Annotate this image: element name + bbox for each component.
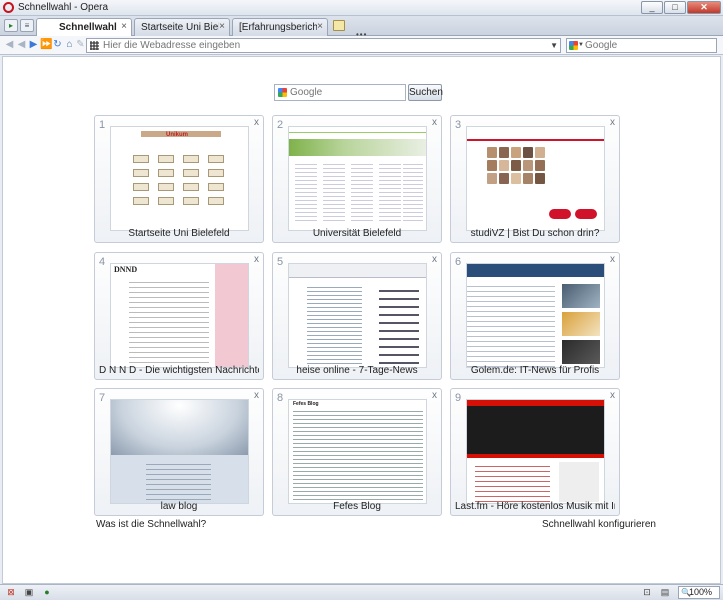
thumb-title: Fefes Blog [293,401,319,407]
speed-dial-1[interactable]: 1 x Unikum Startseite Uni Bielefeld [94,115,264,243]
tab-label: Schnellwahl [59,22,117,33]
thumb-masthead: DNND [114,265,138,274]
tab-label: [Erfahrungsbericht] Wel... [239,22,317,33]
wand-icon[interactable]: ✎ [75,39,86,51]
dial-thumbnail [288,126,427,231]
window-title: Schnellwahl - Opera [18,2,109,13]
tab-label: Startseite Uni Bielefeld [141,22,219,33]
tab-close-icon[interactable]: × [121,21,127,32]
dial-label: studiVZ | Bist Du schon drin? [470,228,600,239]
rewind-icon[interactable]: ◀ [4,39,15,51]
speed-dial-9[interactable]: 9 x Last.fm - Höre kostenlos Musik mit I… [450,388,620,516]
dial-label: Last.fm - Höre kostenlos Musik mit Inter… [455,501,615,512]
home-icon[interactable]: ⌂ [64,39,75,51]
speed-dial-5[interactable]: 5 x heise online - 7-Tage-News [272,252,442,380]
dial-close-icon[interactable]: x [254,117,259,128]
dial-thumbnail [110,399,249,504]
speed-dial-8[interactable]: 8 x Fefes Blog Fefes Blog [272,388,442,516]
dial-label: law blog [160,501,198,512]
status-bar: ⊠ ▣ ● ⊡ ▤ 🔍 100% [0,584,723,600]
dial-thumbnail [466,263,605,368]
close-window-button[interactable]: ✕ [687,1,721,14]
dial-label: heise online - 7-Tage-News [296,365,418,376]
speed-dial-status-icon[interactable]: ▣ [22,587,36,598]
forward-icon[interactable]: ▶ [28,39,39,51]
minimize-button[interactable]: _ [641,1,663,14]
dial-label: D N N D - Die wichtigsten Nachrichten au… [99,365,259,376]
zoom-level: 100% [689,587,713,597]
dial-number: 3 [455,119,462,131]
tab-erfahrungsbericht[interactable]: [Erfahrungsbericht] Wel... × [232,18,328,36]
new-tab-button[interactable] [333,20,345,31]
thumb-logo: Unikum [166,132,189,138]
dial-thumbnail [466,399,605,504]
dial-number: 5 [277,256,284,268]
reload-icon[interactable]: ↻ [52,39,63,51]
search-input[interactable] [585,39,710,52]
zoom-control[interactable]: 🔍 100% [678,586,720,599]
search-engine-dropdown-icon[interactable]: ▼ [578,39,584,52]
dial-number: 8 [277,392,284,404]
panels-icon[interactable]: ⊠ [4,587,18,598]
dial-number: 1 [99,119,106,131]
dial-close-icon[interactable]: x [610,117,615,128]
title-bar: Schnellwahl - Opera _ □ ✕ [0,0,723,16]
speed-dial-3[interactable]: 3 x studiVZ | Bist Du schon drin? [450,115,620,243]
tab-close-icon[interactable]: × [219,21,225,32]
tab-schnellwahl[interactable]: Schnellwahl × [36,18,132,37]
dial-close-icon[interactable]: x [610,254,615,265]
address-dropdown-icon[interactable]: ▼ [550,39,558,52]
dial-number: 7 [99,392,106,404]
dial-label: Fefes Blog [333,501,381,512]
speed-dial-search-box[interactable] [274,84,406,101]
speed-dial-page: Suchen 1 x Unikum Startseite Uni Bielefe… [2,56,721,584]
speed-dial-help-link[interactable]: Was ist die Schnellwahl? [96,519,206,530]
address-bar[interactable]: ▼ [86,38,561,53]
dial-thumbnail [466,126,605,231]
google-icon [278,88,287,97]
fast-forward-icon[interactable]: ⏩ [40,39,52,51]
google-icon[interactable] [569,41,578,50]
fit-width-icon[interactable]: ⊡ [640,587,654,598]
dial-thumbnail: Unikum [110,126,249,231]
address-input[interactable] [103,39,543,52]
speed-dial-7[interactable]: 7 x law blog [94,388,264,516]
dial-number: 2 [277,119,284,131]
speed-dial-2[interactable]: 2 x Universität Bielefeld [272,115,442,243]
view-mode-icon[interactable]: ▤ [658,587,672,598]
dial-label: Universität Bielefeld [312,228,402,239]
dial-close-icon[interactable]: x [432,117,437,128]
dial-close-icon[interactable]: x [254,390,259,401]
speed-dial-4[interactable]: 4 x DNND D N N D - Die wichtigsten Nachr… [94,252,264,380]
turbo-icon[interactable]: ● [40,587,54,598]
speed-dial-configure-link[interactable]: Schnellwahl konfigurieren [542,519,656,530]
navigation-bar: ◀ ◀ ▶ ⏩ ↻ ⌂ ✎ ▼ ▼ [0,36,723,55]
maximize-button[interactable]: □ [664,1,686,14]
tab-startseite-uni-bielefeld[interactable]: Startseite Uni Bielefeld × [134,18,230,36]
speed-dial-search-input[interactable] [290,86,402,99]
dial-close-icon[interactable]: x [432,390,437,401]
back-icon[interactable]: ◀ [16,39,27,51]
tab-list-icon[interactable]: ≡ [20,19,34,32]
speed-dial-grid-icon [90,41,99,50]
search-button[interactable]: Suchen [408,84,443,101]
dial-thumbnail: DNND [110,263,249,368]
dial-number: 4 [99,256,106,268]
dial-label: Startseite Uni Bielefeld [128,228,230,239]
zoom-magnifier-icon: 🔍 [681,588,691,597]
tab-close-icon[interactable]: × [317,21,323,32]
window-controls: _ □ ✕ [641,1,721,14]
opera-logo-icon[interactable] [3,2,14,13]
dial-thumbnail [288,263,427,368]
panel-toggle-icon[interactable]: ▸ [4,19,18,32]
dial-thumbnail: Fefes Blog [288,399,427,504]
speed-dial-6[interactable]: 6 x Golem.de: IT-News für Profis [450,252,620,380]
dial-number: 6 [455,256,462,268]
dial-close-icon[interactable]: x [610,390,615,401]
search-box[interactable]: ▼ [566,38,717,53]
dial-number: 9 [455,392,462,404]
dial-close-icon[interactable]: x [254,254,259,265]
dial-label: Golem.de: IT-News für Profis [470,365,600,376]
dial-close-icon[interactable]: x [432,254,437,265]
